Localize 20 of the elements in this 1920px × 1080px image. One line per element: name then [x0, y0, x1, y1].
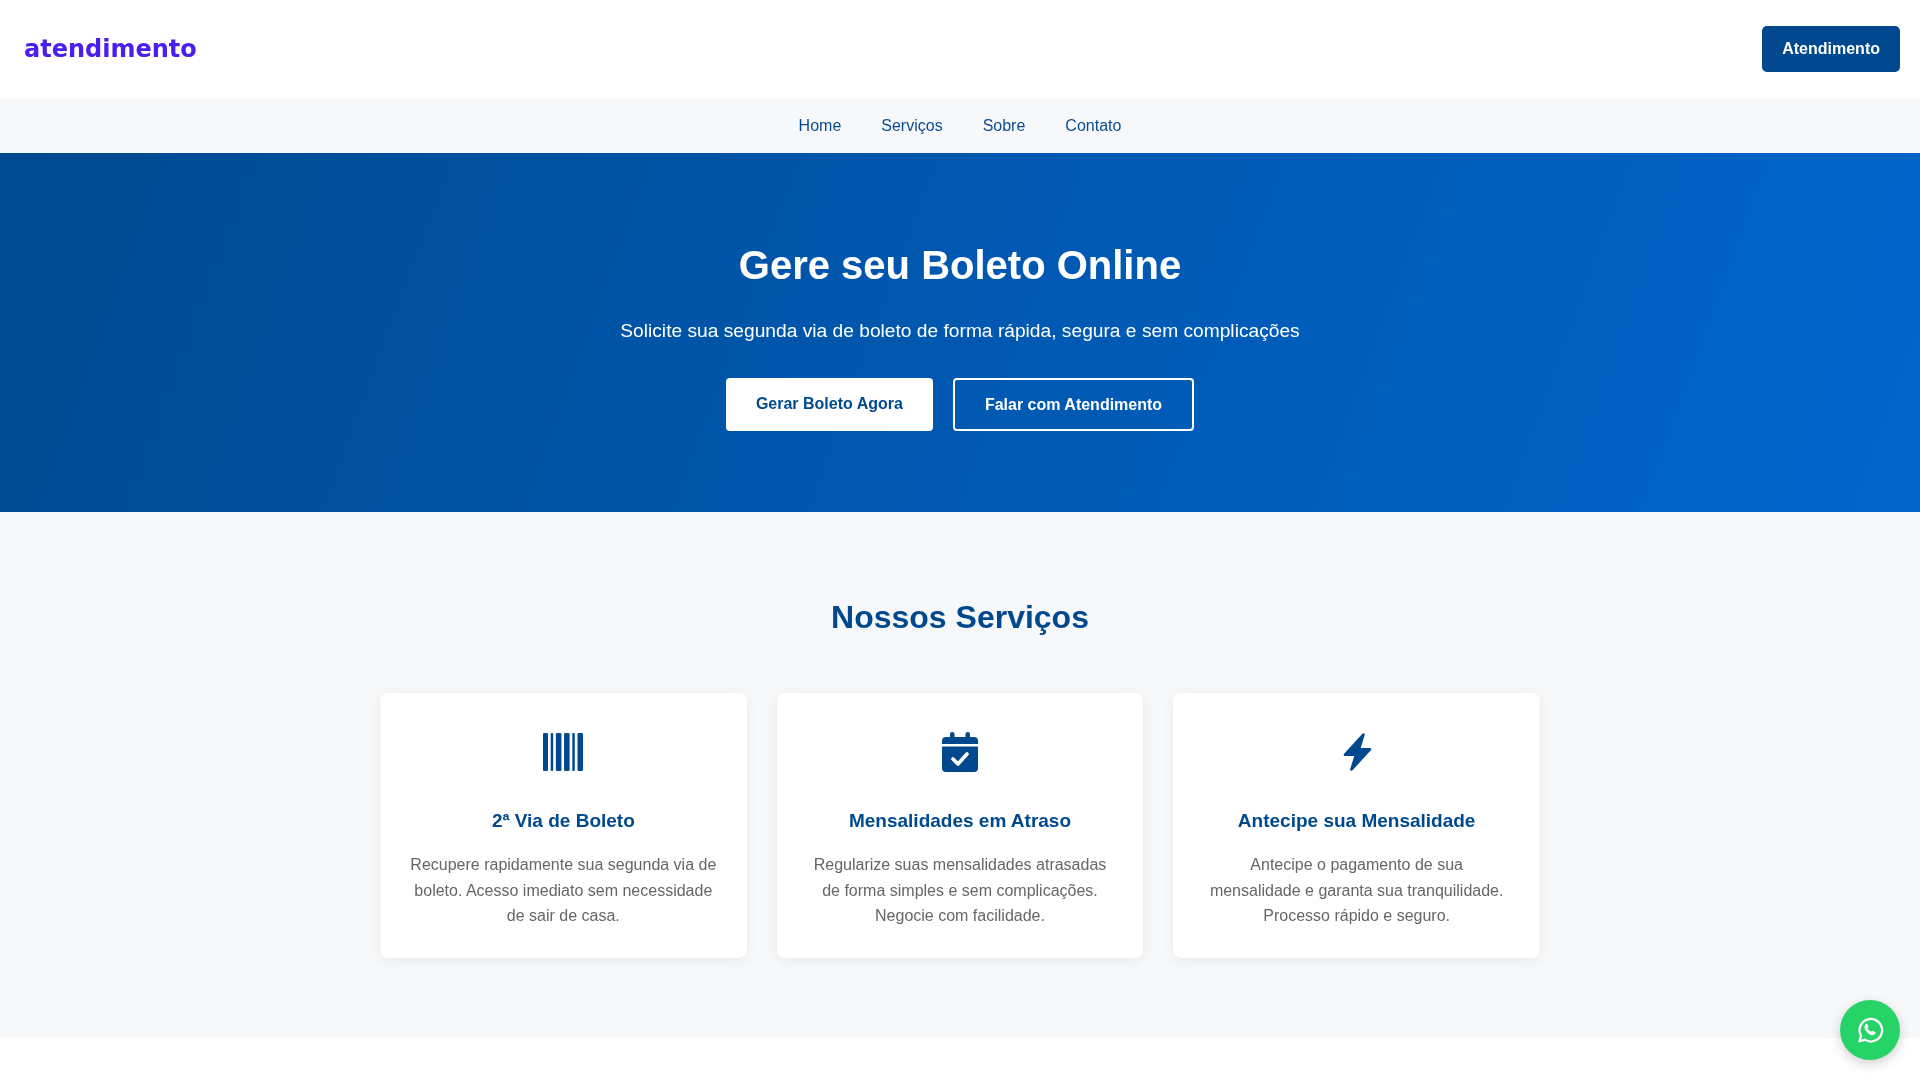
card-description: Regularize suas mensalidades atrasadas de forma simples e sem complicações. Negocie com facilidade. [812, 855, 1108, 927]
nav-link[interactable]: Home [798, 115, 842, 136]
nav-link[interactable]: Contato [1065, 115, 1122, 136]
section-title: Nossos Serviços [831, 598, 1089, 636]
nav-link[interactable]: Serviços [881, 115, 943, 136]
secondary-button[interactable]: Falar com Atendimento [952, 378, 1195, 431]
card-description: Recupere rapidamente sua segunda via de boleto. Acesso imediato sem necessidade de sair de casa. [410, 855, 717, 927]
support-button[interactable]: Atendimento [1762, 26, 1900, 72]
barcode-icon [543, 732, 584, 772]
logo[interactable]: atendimento [24, 35, 197, 63]
hero-subtitle: Solicite sua segunda via de boleto de forma rápida, segura e sem complicações [620, 319, 1300, 342]
card-title: Mensalidades em Atraso [848, 809, 1072, 832]
calendar-check-icon [942, 732, 978, 772]
nav-link[interactable]: Sobre [982, 115, 1026, 136]
card-title: Antecipe sua Mensalidade [1237, 809, 1476, 832]
card-description: Antecipe o pagamento de sua mensalidade e garanta sua tranquilidade. Processo rápido e seguro. [1208, 855, 1505, 927]
primary-button[interactable]: Gerar Boleto Agora [725, 378, 933, 431]
hero-title: Gere seu Boleto Online [738, 242, 1182, 289]
card-title: 2ª Via de Boleto [491, 809, 635, 832]
chat-phone-icon [1855, 1015, 1885, 1045]
